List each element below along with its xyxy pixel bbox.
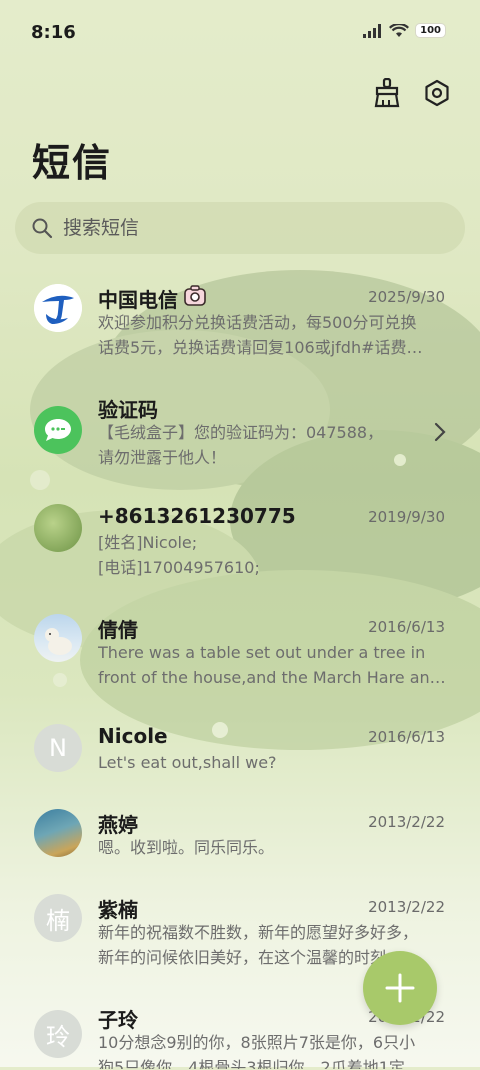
preview-line: 新年的祝福数不胜数，新年的愿望好多好多， [98, 923, 419, 942]
status-bar: 8:16 100 [0, 0, 480, 66]
settings-button[interactable] [422, 78, 452, 108]
conversation-date: 2025/9/30 [368, 288, 445, 306]
chevron-right-icon[interactable] [434, 422, 446, 442]
conversation-item[interactable]: +8613261230775 2019/9/30 [姓名]Nicole; [电话… [0, 500, 480, 590]
conversation-date: 2013/2/22 [368, 813, 445, 831]
status-time: 8:16 [31, 22, 76, 43]
settings-hexagon-icon [425, 79, 449, 107]
preview-line: 请勿泄露于他人！ [98, 448, 227, 467]
camera-sticker-icon [184, 285, 206, 306]
signal-icon [363, 23, 382, 38]
conversation-name: 验证码 [98, 398, 158, 422]
conversation-date: 2019/9/30 [368, 508, 445, 526]
letter-avatar: 玲 [34, 1010, 82, 1058]
message-preview: 【毛绒盒子】您的验证码为：047588， 请勿泄露于他人！ [98, 420, 448, 470]
preview-line: There was a table set out under a tree i… [98, 643, 426, 662]
letter-avatar: N [34, 724, 82, 772]
search-input[interactable] [61, 216, 425, 240]
conversation-item[interactable]: N Nicole 2016/6/13 Let's eat out,shall w… [0, 720, 480, 790]
conversation-date: 2013/2/22 [368, 898, 445, 916]
contact-photo-avatar [34, 504, 82, 552]
status-icons: 100 [363, 23, 446, 38]
preview-line: 话费5元，兑换话费请回复106或jfdh#话费… [98, 338, 423, 357]
conversation-name: 子玲 [98, 1008, 138, 1032]
conversation-name: 紫楠 [98, 898, 138, 922]
preview-line: 【毛绒盒子】您的验证码为：047588， [98, 423, 384, 442]
preview-line: 欢迎参加积分兑换话费活动，每500分可兑换 [98, 313, 417, 332]
message-preview: 欢迎参加积分兑换话费活动，每500分可兑换 话费5元，兑换话费请回复106或jf… [98, 310, 448, 360]
polar-bear-avatar [34, 614, 82, 662]
conversation-item[interactable]: 验证码 【毛绒盒子】您的验证码为：047588， 请勿泄露于他人！ [0, 390, 480, 480]
telecom-logo-icon [34, 284, 82, 332]
conversation-item[interactable]: 燕婷 2013/2/22 嗯。收到啦。同乐同乐。 [0, 805, 480, 875]
clean-button[interactable] [372, 78, 402, 108]
message-preview: 嗯。收到啦。同乐同乐。 [98, 835, 448, 860]
page-title: 短信 [32, 141, 113, 185]
message-preview: [姓名]Nicole; [电话]17004957610; [98, 530, 448, 580]
preview-line: [姓名]Nicole; [98, 533, 198, 552]
conversation-item[interactable]: 中国电信 2025/9/30 欢迎参加积分兑换话费活动，每500分可兑换 话费5… [0, 280, 480, 380]
conversation-name: 燕婷 [98, 813, 138, 837]
preview-line: front of the house,and the March Hare an… [98, 668, 446, 687]
verification-avatar [34, 406, 82, 454]
message-preview: 10分想念9别的你，8张照片7张是你，6只小 狗5只像你，4根骨头3根归你，2爪… [98, 1030, 448, 1069]
conversation-name: 中国电信 [98, 288, 178, 312]
broom-icon [374, 78, 400, 108]
letter-avatar: 楠 [34, 894, 82, 942]
wifi-icon [389, 23, 410, 37]
polar-bear-icon [45, 628, 72, 655]
message-preview: There was a table set out under a tree i… [98, 640, 448, 690]
conversation-item[interactable]: 倩倩 2016/6/13 There was a table set out u… [0, 610, 480, 700]
telecom-avatar [34, 284, 82, 332]
conversation-date: 2016/6/13 [368, 618, 445, 636]
conversation-name: 倩倩 [98, 618, 138, 642]
landscape-photo-avatar [34, 809, 82, 857]
preview-line: Let's eat out,shall we? [98, 753, 277, 772]
preview-line: 10分想念9别的你，8张照片7张是你，6只小 [98, 1033, 416, 1052]
search-bar[interactable] [15, 202, 465, 254]
plus-icon [385, 973, 415, 1003]
preview-line: 嗯。收到啦。同乐同乐。 [98, 838, 275, 857]
conversation-name: +8613261230775 [98, 504, 296, 528]
search-icon [32, 218, 53, 239]
preview-line: [电话]17004957610; [98, 558, 260, 577]
conversation-name: Nicole [98, 724, 168, 748]
message-bubble-icon [45, 419, 71, 441]
header-actions [372, 78, 452, 108]
new-message-button[interactable] [363, 951, 437, 1025]
message-preview: Let's eat out,shall we? [98, 750, 448, 775]
battery-indicator: 100 [415, 23, 446, 38]
conversation-date: 2016/6/13 [368, 728, 445, 746]
